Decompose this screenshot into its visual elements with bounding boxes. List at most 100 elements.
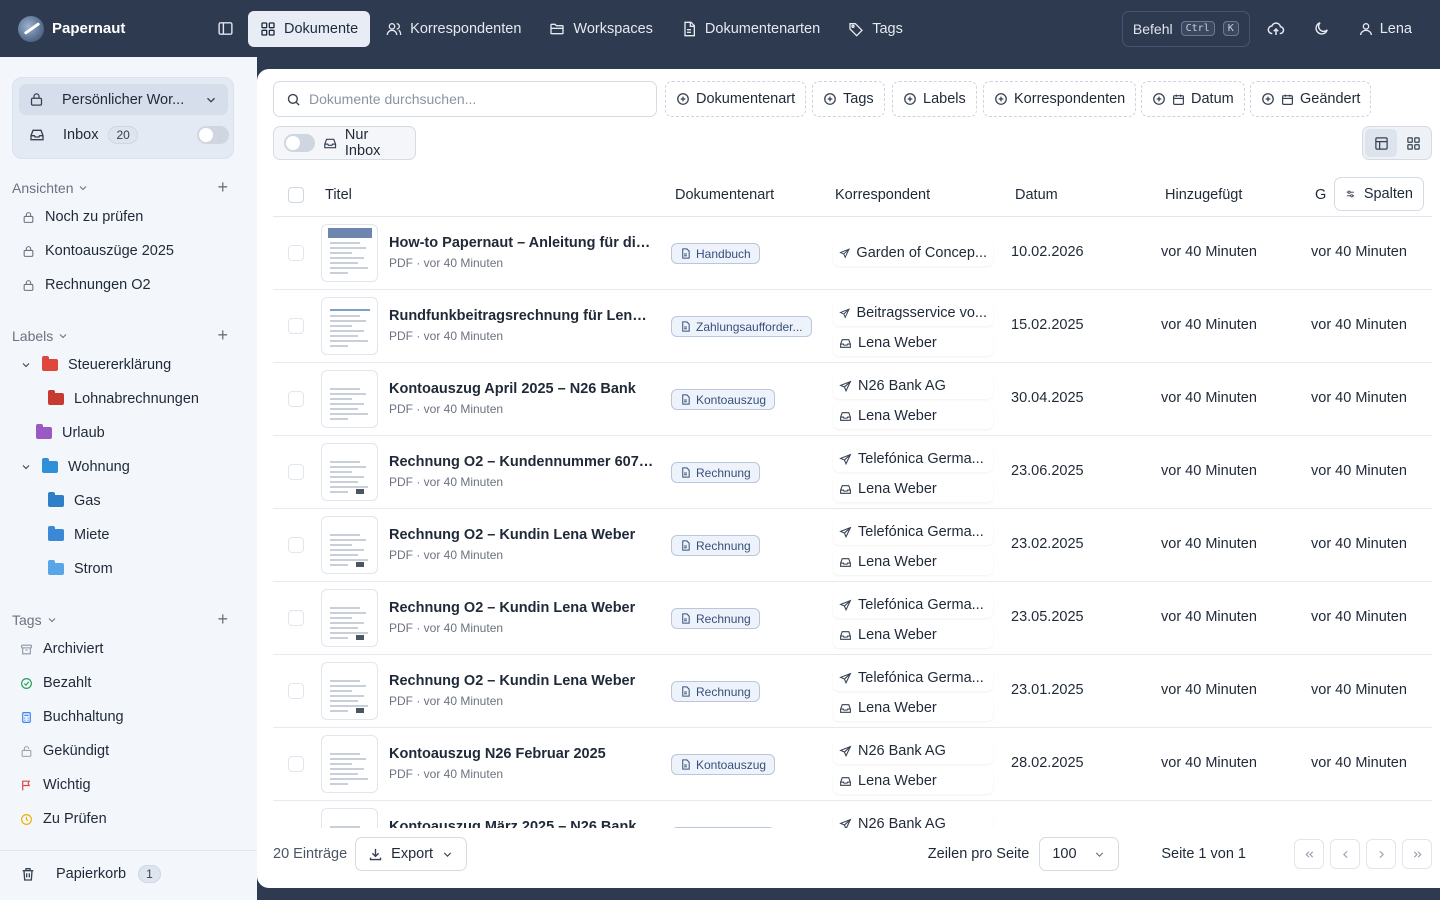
row-checkbox[interactable]: [288, 464, 304, 480]
add-view-icon[interactable]: +: [217, 177, 228, 198]
tag-item-archiviert[interactable]: Archiviert: [20, 641, 103, 657]
document-type-badge[interactable]: Rechnung: [671, 681, 760, 702]
nur-inbox-switch[interactable]: [284, 134, 315, 152]
document-type-badge[interactable]: Kontoauszug: [671, 754, 776, 775]
labels-section-header[interactable]: Labels +: [12, 325, 228, 346]
document-thumbnail[interactable]: [321, 808, 378, 828]
header-added[interactable]: Hinzugefügt: [1165, 187, 1242, 203]
tag-item-bezahlt[interactable]: Bezahlt: [20, 675, 91, 691]
correspondent-from[interactable]: N26 Bank AG: [833, 373, 993, 399]
document-title[interactable]: Kontoauszug N26 Februar 2025: [389, 746, 654, 762]
label-item-steuererklaerung[interactable]: Steuererklärung: [20, 356, 171, 373]
prev-page-button[interactable]: [1330, 839, 1360, 869]
chevron-down-icon[interactable]: [20, 461, 32, 473]
correspondent-from[interactable]: Telefónica Germa...: [833, 446, 993, 472]
theme-toggle-button[interactable]: [1302, 11, 1342, 47]
document-thumbnail[interactable]: [321, 370, 378, 428]
document-type-badge[interactable]: Rechnung: [671, 462, 760, 483]
view-item-kontoauszuege[interactable]: Kontoauszüge 2025: [22, 243, 174, 259]
document-type-badge[interactable]: Handbuch: [671, 243, 760, 264]
nur-inbox-toggle[interactable]: Nur Inbox: [273, 126, 416, 160]
label-item-miete[interactable]: Miete: [48, 526, 109, 543]
table-row[interactable]: Rechnung O2 – Kundin Lena Weber PDF · vor…: [273, 655, 1432, 728]
table-row[interactable]: Rechnung O2 – Kundennummer 60740... PDF ·…: [273, 436, 1432, 509]
last-page-button[interactable]: [1402, 839, 1432, 869]
document-thumbnail[interactable]: [321, 662, 378, 720]
document-title[interactable]: Kontoauszug März 2025 – N26 Bank AG: [389, 819, 654, 828]
document-title[interactable]: Rundfunkbeitragsrechnung für Lena W...: [389, 308, 654, 324]
correspondent-from[interactable]: Telefónica Germa...: [833, 519, 993, 545]
correspondent-to[interactable]: Lena Weber: [833, 403, 993, 429]
label-item-wohnung[interactable]: Wohnung: [20, 458, 130, 475]
header-date[interactable]: Datum: [1015, 187, 1058, 203]
document-type-badge[interactable]: Zahlungsaufforder...: [671, 316, 812, 337]
inbox-toggle[interactable]: [197, 126, 229, 144]
nav-tags[interactable]: Tags: [836, 11, 915, 47]
nav-dokumente[interactable]: Dokumente: [248, 10, 371, 47]
filter-tags[interactable]: Tags: [812, 81, 885, 117]
row-checkbox[interactable]: [288, 683, 304, 699]
correspondent-from[interactable]: Telefónica Germa...: [833, 665, 993, 691]
chevron-down-icon[interactable]: [20, 359, 32, 371]
command-button[interactable]: Befehl Ctrl K: [1121, 10, 1250, 47]
document-type-badge[interactable]: Kontoauszug: [671, 827, 776, 828]
trash-item[interactable]: Papierkorb 1: [20, 865, 161, 883]
document-title[interactable]: Rechnung O2 – Kundin Lena Weber: [389, 600, 654, 616]
table-view-button[interactable]: [1365, 129, 1397, 157]
row-checkbox[interactable]: [288, 318, 304, 334]
filter-dokumentenart[interactable]: Dokumentenart: [665, 81, 807, 117]
correspondent-to[interactable]: Lena Weber: [833, 695, 993, 721]
header-title[interactable]: Titel: [325, 187, 352, 203]
tag-item-wichtig[interactable]: Wichtig: [20, 777, 91, 793]
tag-item-zu-pruefen[interactable]: Zu Prüfen: [20, 811, 107, 827]
label-item-urlaub[interactable]: Urlaub: [36, 424, 105, 441]
add-tag-icon[interactable]: +: [217, 609, 228, 630]
document-thumbnail[interactable]: [321, 443, 378, 501]
document-title[interactable]: How-to Papernaut – Anleitung für die N..…: [389, 235, 654, 251]
row-checkbox[interactable]: [288, 756, 304, 772]
filter-korrespondenten[interactable]: Korrespondenten: [983, 81, 1137, 117]
row-checkbox[interactable]: [288, 245, 304, 261]
filter-labels[interactable]: Labels: [892, 81, 977, 117]
nav-dokumentenarten[interactable]: Dokumentenarten: [669, 11, 832, 47]
export-button[interactable]: Export: [355, 837, 468, 871]
document-thumbnail[interactable]: [321, 224, 378, 282]
correspondent-to[interactable]: Lena Weber: [833, 330, 993, 356]
filter-datum[interactable]: Datum: [1141, 81, 1245, 117]
correspondent-to[interactable]: Lena Weber: [833, 549, 993, 575]
header-changed[interactable]: G: [1315, 187, 1326, 203]
upload-button[interactable]: [1256, 11, 1296, 47]
table-row[interactable]: Kontoauszug N26 Februar 2025 PDF · vor 40…: [273, 728, 1432, 801]
document-title[interactable]: Rechnung O2 – Kundennummer 60740...: [389, 454, 654, 470]
correspondent-to[interactable]: Lena Weber: [833, 622, 993, 648]
next-page-button[interactable]: [1366, 839, 1396, 869]
tag-item-gekuendigt[interactable]: Gekündigt: [20, 743, 109, 759]
document-thumbnail[interactable]: [321, 297, 378, 355]
document-thumbnail[interactable]: [321, 735, 378, 793]
document-thumbnail[interactable]: [321, 516, 378, 574]
table-row[interactable]: Kontoauszug April 2025 – N26 Bank PDF · v…: [273, 363, 1432, 436]
filter-geaendert[interactable]: Geändert: [1250, 81, 1372, 117]
row-checkbox[interactable]: [288, 537, 304, 553]
rows-per-page-select[interactable]: 100: [1039, 837, 1120, 871]
table-row[interactable]: Kontoauszug März 2025 – N26 Bank AGPDF ·…: [273, 801, 1432, 828]
correspondent-from[interactable]: Telefónica Germa...: [833, 592, 993, 618]
table-row[interactable]: Rundfunkbeitragsrechnung für Lena W... PD…: [273, 290, 1432, 363]
correspondent-from[interactable]: N26 Bank AG: [833, 738, 993, 764]
select-all-checkbox[interactable]: [288, 187, 304, 203]
table-row[interactable]: Rechnung O2 – Kundin Lena Weber PDF · vor…: [273, 582, 1432, 655]
brand[interactable]: Papernaut: [0, 15, 210, 42]
view-item-rechnungen-o2[interactable]: Rechnungen O2: [22, 277, 151, 293]
tags-section-header[interactable]: Tags +: [12, 609, 228, 630]
correspondent-from[interactable]: Beitragsservice vo...: [833, 300, 993, 326]
table-row[interactable]: Rechnung O2 – Kundin Lena Weber PDF · vor…: [273, 509, 1432, 582]
label-item-strom[interactable]: Strom: [48, 560, 113, 577]
document-title[interactable]: Kontoauszug April 2025 – N26 Bank: [389, 381, 654, 397]
nav-korrespondenten[interactable]: Korrespondenten: [374, 11, 533, 47]
table-row[interactable]: How-to Papernaut – Anleitung für die N..…: [273, 217, 1432, 290]
inbox-item[interactable]: Inbox 20: [29, 126, 229, 144]
correspondent-to[interactable]: Lena Weber: [833, 768, 993, 794]
tag-item-buchhaltung[interactable]: Buchhaltung: [20, 709, 124, 725]
add-label-icon[interactable]: +: [217, 325, 228, 346]
row-checkbox[interactable]: [288, 391, 304, 407]
